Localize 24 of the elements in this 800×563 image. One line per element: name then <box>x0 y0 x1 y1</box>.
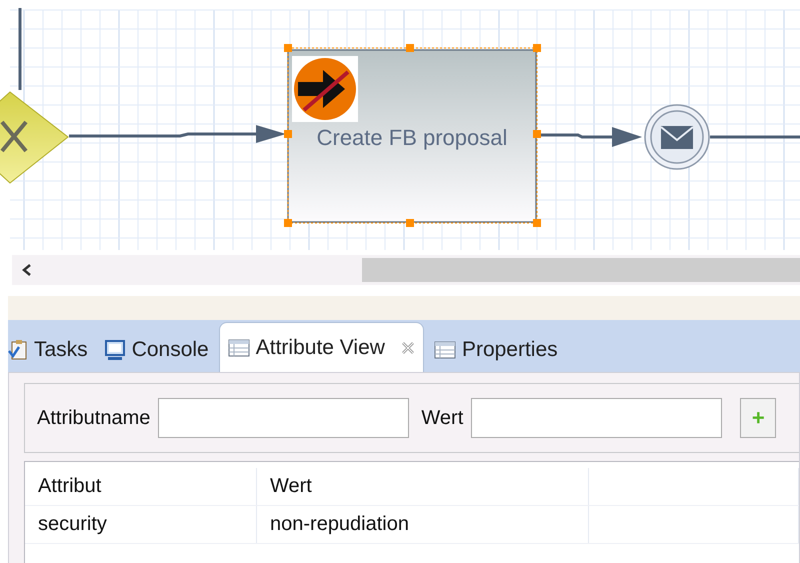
scroll-left-icon[interactable] <box>22 264 32 276</box>
table-icon <box>228 338 250 356</box>
view-tab[interactable]: Attribute View <box>218 322 424 372</box>
scrollbar-thumb[interactable] <box>362 258 800 282</box>
table-icon <box>434 341 456 359</box>
view-tab[interactable]: Console <box>96 328 217 372</box>
table-cell: non-repudiation <box>257 506 589 543</box>
column-header: Wert <box>257 468 589 505</box>
sequence-flow-arrow[interactable] <box>69 125 286 143</box>
column-header: Attribut <box>25 468 257 505</box>
field-label: Wert <box>421 406 464 430</box>
view-tab[interactable]: Properties <box>426 328 566 372</box>
sequence-flow-arrow[interactable] <box>538 127 642 147</box>
attribute-name-field[interactable] <box>158 398 410 438</box>
blocked-arrow-icon <box>292 56 358 122</box>
gateway-shape[interactable] <box>0 91 69 184</box>
table-cell: security <box>25 506 257 543</box>
field-label: Attributname <box>37 406 150 430</box>
view-tab[interactable]: Tasks <box>8 328 96 372</box>
value-field[interactable] <box>471 398 722 438</box>
close-icon[interactable] <box>400 340 415 354</box>
task-label: Create FB proposal <box>316 125 508 150</box>
monitor-icon <box>104 339 126 361</box>
message-event-shape[interactable] <box>644 104 710 170</box>
